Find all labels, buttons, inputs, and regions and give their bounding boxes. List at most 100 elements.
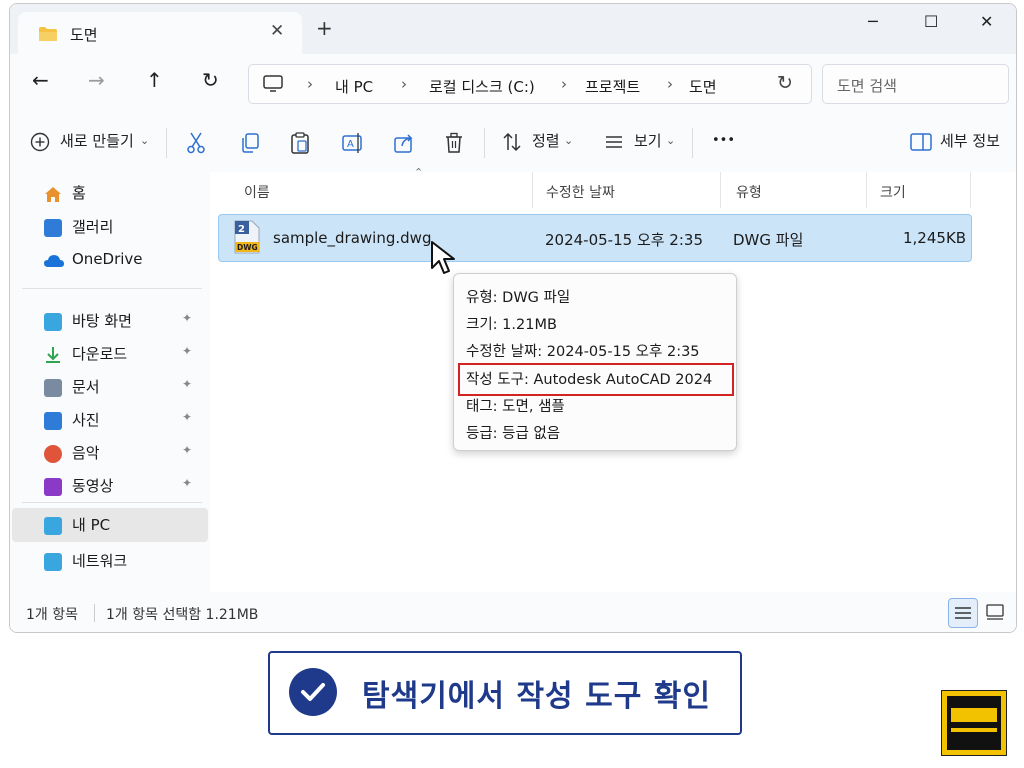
address-refresh-icon[interactable]: ↻ bbox=[777, 72, 793, 94]
tab-drawings[interactable]: 도면 ✕ bbox=[18, 12, 302, 54]
sidebar-item-downloads[interactable]: 다운로드 ✦ bbox=[10, 337, 206, 371]
onedrive-icon bbox=[44, 253, 64, 271]
column-divider[interactable] bbox=[532, 172, 533, 208]
navigation-pane: 홈 갤러리 OneDrive 바탕 화면 ✦ 다운로드 ✦ 문서 ✦ 사진 ✦ … bbox=[10, 172, 210, 592]
column-header-type[interactable]: 유형 bbox=[736, 182, 762, 202]
back-button[interactable]: ← bbox=[32, 68, 49, 92]
document-icon bbox=[44, 379, 62, 397]
gallery-icon bbox=[44, 219, 62, 237]
breadcrumb-separator: › bbox=[667, 75, 673, 93]
pc-icon bbox=[44, 517, 62, 535]
forward-button[interactable]: → bbox=[88, 68, 105, 92]
watermark-logo-stripe bbox=[951, 728, 997, 732]
sort-icon[interactable] bbox=[502, 132, 522, 152]
sidebar-item-label: OneDrive bbox=[72, 250, 143, 268]
file-name: sample_drawing.dwg bbox=[273, 229, 432, 247]
command-bar: 새로 만들기 ⌄ A 정렬 ⌄ 보기 ⌄ ••• 세부 정보 bbox=[10, 114, 1016, 173]
sidebar-item-onedrive[interactable]: OneDrive bbox=[10, 244, 206, 278]
new-tab-button[interactable]: + bbox=[316, 16, 333, 40]
copy-icon[interactable] bbox=[240, 132, 260, 154]
breadcrumb-project[interactable]: 프로젝트 bbox=[585, 76, 640, 97]
pin-icon[interactable]: ✦ bbox=[182, 377, 192, 391]
breadcrumb-separator: › bbox=[561, 75, 567, 93]
address-bar[interactable]: › 내 PC › 로컬 디스크 (C:) › 프로젝트 › 도면 ↻ bbox=[248, 64, 812, 104]
sidebar-item-label: 음악 bbox=[72, 444, 100, 462]
minimize-button[interactable]: ─ bbox=[868, 12, 878, 31]
sort-button[interactable]: 정렬 bbox=[532, 130, 560, 151]
svg-text:A: A bbox=[347, 139, 354, 150]
paste-icon[interactable] bbox=[290, 132, 310, 154]
sidebar-item-label: 내 PC bbox=[72, 516, 111, 534]
view-button[interactable]: 보기 bbox=[634, 130, 662, 151]
delete-icon[interactable] bbox=[444, 132, 464, 154]
toolbar-divider bbox=[166, 128, 167, 158]
sidebar-item-videos[interactable]: 동영상 ✦ bbox=[10, 469, 206, 503]
details-button[interactable]: 세부 정보 bbox=[940, 130, 1000, 151]
sidebar-item-gallery[interactable]: 갤러리 bbox=[10, 210, 206, 244]
tab-bar: 도면 ✕ + ─ ☐ ✕ bbox=[10, 4, 1016, 54]
sidebar-item-this-pc[interactable]: 내 PC bbox=[12, 508, 208, 542]
tooltip-size: 크기: 1.21MB bbox=[466, 317, 557, 333]
rename-icon[interactable]: A bbox=[342, 132, 364, 154]
download-icon bbox=[44, 346, 62, 364]
new-button[interactable]: 새로 만들기 bbox=[60, 130, 134, 151]
sidebar-item-label: 갤러리 bbox=[72, 218, 114, 236]
sidebar-item-label: 바탕 화면 bbox=[72, 312, 132, 330]
breadcrumb-separator: › bbox=[401, 75, 407, 93]
file-modified: 2024-05-15 오후 2:35 bbox=[545, 231, 703, 249]
cut-icon[interactable] bbox=[186, 132, 206, 154]
refresh-button[interactable]: ↻ bbox=[202, 68, 219, 92]
close-window-button[interactable]: ✕ bbox=[980, 12, 993, 31]
chevron-down-icon: ⌄ bbox=[140, 134, 150, 147]
chevron-down-icon: ⌄ bbox=[564, 134, 574, 147]
file-type: DWG 파일 bbox=[733, 231, 804, 249]
details-pane-icon[interactable] bbox=[910, 132, 932, 152]
status-bar: 1개 항목 1개 항목 선택함 1.21MB bbox=[10, 592, 1016, 632]
up-button[interactable]: ↑ bbox=[146, 68, 163, 92]
breadcrumb-local-disk[interactable]: 로컬 디스크 (C:) bbox=[429, 76, 535, 97]
pin-icon[interactable]: ✦ bbox=[182, 410, 192, 424]
sidebar-item-home[interactable]: 홈 bbox=[10, 176, 206, 210]
plus-circle-icon[interactable] bbox=[30, 132, 50, 152]
view-icon[interactable] bbox=[604, 132, 624, 152]
file-icon-badge-number: 2 bbox=[238, 224, 245, 235]
tab-close-icon[interactable]: ✕ bbox=[270, 21, 284, 41]
file-icon-badge: DWG bbox=[237, 243, 258, 252]
pin-icon[interactable]: ✦ bbox=[182, 344, 192, 358]
column-header-size[interactable]: 크기 bbox=[880, 182, 906, 202]
table-row[interactable]: 2 DWG sample_drawing.dwg 2024-05-15 오후 2… bbox=[218, 214, 972, 262]
column-header-modified[interactable]: 수정한 날짜 bbox=[546, 182, 615, 202]
breadcrumb-drawings[interactable]: 도면 bbox=[689, 76, 717, 97]
column-divider[interactable] bbox=[866, 172, 867, 208]
tiles-view-icon[interactable] bbox=[986, 604, 1004, 620]
check-circle-icon bbox=[289, 668, 337, 716]
sidebar-item-pictures[interactable]: 사진 ✦ bbox=[10, 403, 206, 437]
search-box[interactable]: 도면 검색 bbox=[822, 64, 1009, 104]
tooltip-type: 유형: DWG 파일 bbox=[466, 290, 571, 306]
maximize-button[interactable]: ☐ bbox=[924, 12, 938, 31]
watermark-logo bbox=[941, 690, 1007, 756]
video-icon bbox=[44, 478, 62, 496]
more-options-button[interactable]: ••• bbox=[712, 133, 735, 148]
pin-icon[interactable]: ✦ bbox=[182, 311, 192, 325]
pin-icon[interactable]: ✦ bbox=[182, 443, 192, 457]
breadcrumb-pc[interactable]: 내 PC bbox=[335, 76, 373, 97]
sidebar-item-music[interactable]: 음악 ✦ bbox=[10, 436, 206, 470]
watermark-logo-mark bbox=[947, 696, 1001, 750]
sidebar-divider bbox=[22, 502, 202, 503]
details-view-toggle[interactable] bbox=[948, 598, 978, 628]
home-icon bbox=[44, 185, 62, 203]
sidebar-item-documents[interactable]: 문서 ✦ bbox=[10, 370, 206, 404]
column-header-name[interactable]: 이름 bbox=[244, 182, 270, 202]
column-divider[interactable] bbox=[970, 172, 971, 208]
pictures-icon bbox=[44, 412, 62, 430]
sidebar-item-desktop[interactable]: 바탕 화면 ✦ bbox=[10, 304, 206, 338]
watermark-logo-band bbox=[951, 708, 997, 722]
sidebar-item-network[interactable]: 네트워크 bbox=[10, 544, 206, 578]
list-view-icon bbox=[955, 607, 971, 619]
pin-icon[interactable]: ✦ bbox=[182, 476, 192, 490]
breadcrumb-separator: › bbox=[307, 75, 313, 93]
sidebar-item-label: 사진 bbox=[72, 411, 100, 429]
share-icon[interactable] bbox=[394, 132, 416, 154]
column-divider[interactable] bbox=[720, 172, 721, 208]
